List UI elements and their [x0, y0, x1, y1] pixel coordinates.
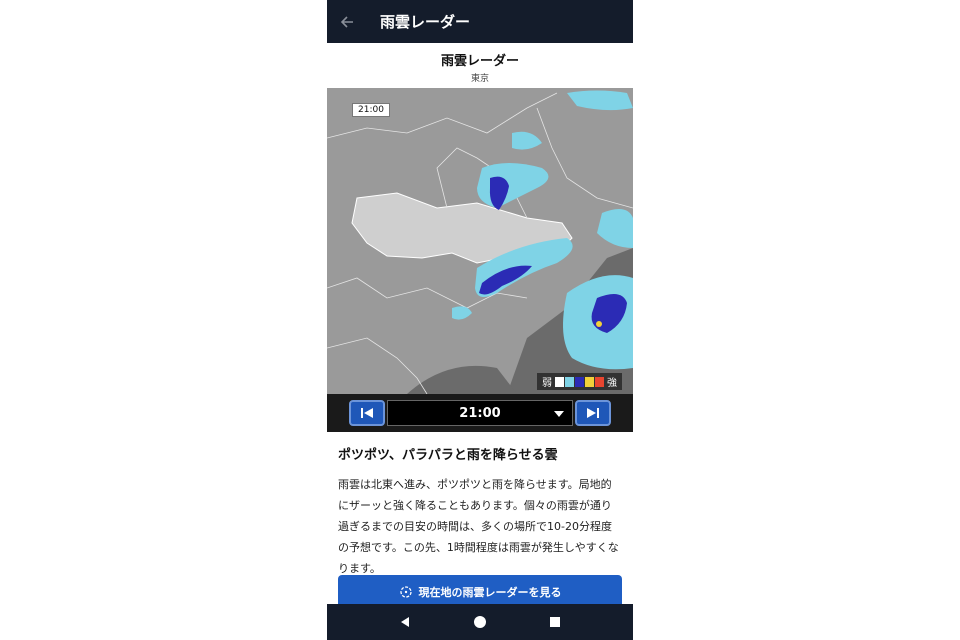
app-bar: 雨雲レーダー [327, 0, 633, 43]
triangle-back-icon [400, 617, 409, 627]
app-bar-title: 雨雲レーダー [380, 13, 471, 31]
forecast-section: ポツポツ、パラパラと雨を降らせる雲 雨雲は北東へ進み、ポツポツと雨を降らせます。… [338, 446, 622, 579]
skip-forward-icon [587, 408, 599, 418]
rain-legend: 弱 強 [537, 373, 622, 390]
location-target-icon [399, 586, 412, 598]
nav-home-button[interactable] [465, 607, 495, 637]
forecast-title: ポツポツ、パラパラと雨を降らせる雲 [338, 448, 558, 463]
legend-swatch [565, 376, 574, 387]
map-time-badge: 21:00 [352, 103, 390, 117]
arrow-left-icon [340, 15, 353, 28]
time-select-value: 21:00 [459, 405, 501, 421]
square-recent-icon [550, 617, 561, 627]
phone-screen: 雨雲レーダー 雨雲レーダー 東京 21:00 弱 強 21:00 ポツポツ、パラ… [327, 0, 633, 640]
page-subtitle: 東京 [470, 74, 489, 84]
circle-home-icon [473, 616, 486, 628]
page-title: 雨雲レーダー [440, 54, 519, 69]
legend-swatch [585, 376, 594, 387]
radar-button-label: 現在地の雨雲レーダーを見る [418, 586, 562, 599]
map-image [327, 90, 633, 394]
legend-swatch [595, 376, 604, 387]
page-heading: 雨雲レーダー 東京 [327, 50, 633, 84]
next-time-button[interactable] [575, 400, 611, 426]
nav-recent-button[interactable] [540, 607, 570, 637]
caret-down-icon [554, 411, 564, 417]
time-control-bar: 21:00 [327, 394, 633, 432]
system-nav-bar [327, 604, 633, 640]
forecast-body: 雨雲は北東へ進み、ポツポツと雨を降らせます。局地的にザーッと強く降ることもありま… [338, 478, 619, 575]
time-select[interactable]: 21:00 [387, 400, 573, 426]
nav-back-button[interactable] [390, 607, 420, 637]
back-button[interactable] [327, 0, 367, 43]
legend-weak-label: 弱 [542, 378, 552, 389]
radar-map[interactable]: 21:00 弱 強 [327, 88, 633, 394]
legend-strong-label: 強 [607, 378, 617, 389]
legend-swatch [555, 376, 564, 387]
legend-swatch [575, 376, 584, 387]
skip-back-icon [361, 408, 373, 418]
prev-time-button[interactable] [349, 400, 385, 426]
